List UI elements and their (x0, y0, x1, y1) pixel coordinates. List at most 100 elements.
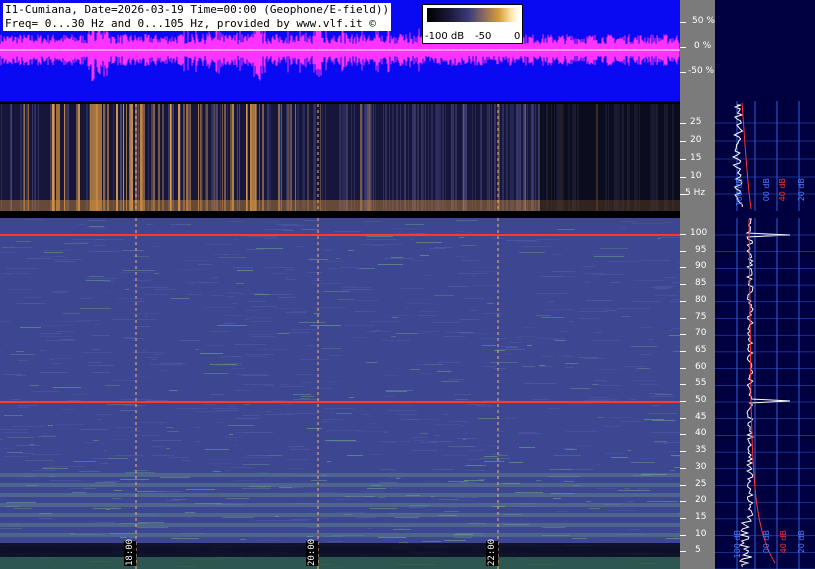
spectrogram-streak (517, 104, 519, 211)
spectrogram-noise (32, 454, 62, 455)
spectrogram-noise (103, 281, 114, 282)
spectrogram-noise (566, 431, 598, 432)
spectrogram-streak (523, 104, 525, 211)
spectrogram-noise (257, 487, 265, 488)
spectrogram-noise (361, 491, 384, 492)
spectrogram-noise (86, 280, 110, 281)
spectrogram-noise (372, 276, 375, 277)
spectrogram-noise (634, 280, 663, 281)
spectrogram-noise (655, 295, 678, 296)
spectrogram-noise (479, 458, 510, 459)
spectrogram-noise (362, 414, 370, 415)
main-tick-80: 80 (695, 294, 707, 305)
spectrogram-noise (54, 259, 83, 260)
spectrogram-noise (568, 465, 571, 466)
spectrogram-streak (442, 104, 444, 211)
schumann-band (0, 523, 680, 527)
spectrogram-noise (334, 499, 353, 500)
spectrogram-noise (226, 498, 249, 499)
spectrogram-streak (408, 104, 409, 211)
spectrogram-noise (401, 288, 425, 289)
spectrogram-floor-green (0, 557, 680, 569)
spectrogram-noise (299, 322, 325, 323)
spectrogram-noise (160, 477, 190, 478)
spectrogram-noise (18, 407, 29, 408)
spectrogram-streak (217, 104, 218, 211)
spectrogram-noise (471, 275, 477, 276)
spectrogram-streak (120, 104, 122, 211)
spectrogram-noise (305, 492, 337, 493)
spectrogram-noise (244, 319, 250, 320)
spectrogram-noise (552, 271, 575, 272)
spectrogram-noise (92, 335, 110, 336)
spectrogram-noise (438, 362, 461, 363)
spectrogram-noise (444, 336, 465, 337)
spectrogram-streak (172, 104, 173, 211)
spectrogram-noise (14, 508, 32, 509)
spectrogram-streak (307, 104, 309, 211)
spectrogram-noise (496, 431, 505, 432)
spectrogram-streak (151, 104, 153, 211)
main-tick-50: 50 (695, 395, 707, 405)
spectrogram-noise (461, 245, 476, 246)
spectrogram-noise (425, 510, 428, 511)
spectrogram-noise (494, 368, 506, 369)
spectrogram-noise (460, 319, 479, 320)
spectrogram-streak (267, 104, 268, 211)
spectrogram-streak (341, 104, 343, 211)
spectrogram-streak (345, 104, 347, 211)
spectrogram-noise (602, 381, 609, 382)
spectrogram-noise (30, 444, 34, 445)
spectrogram-streak (320, 104, 321, 211)
spectrogram-noise (287, 332, 310, 333)
spectrogram-streak (425, 104, 426, 211)
spectrogram-noise (74, 242, 100, 243)
spectrogram-noise (114, 490, 122, 491)
spectrogram-noise (387, 315, 413, 316)
spectrogram-noise (673, 351, 680, 352)
spectrogram-noise (271, 273, 286, 274)
spectrogram-noise (484, 461, 504, 462)
spectrogram-noise (409, 507, 426, 508)
spectrogram-noise (80, 308, 111, 309)
spectrogram-noise (123, 270, 155, 271)
spectrogram-noise (397, 414, 417, 415)
spectrogram-noise (516, 337, 521, 338)
spectrogram-noise (588, 399, 618, 400)
main-spectrogram (0, 218, 680, 569)
main-tick-15: 15 (695, 511, 707, 522)
low-spectrogram-image (0, 104, 680, 211)
spectrogram-noise (123, 337, 136, 338)
spectrogram-noise (441, 381, 459, 382)
spectrogram-noise (650, 287, 672, 288)
spectrogram-noise (337, 299, 354, 300)
spectrogram-noise (6, 345, 9, 346)
spectrogram-noise (247, 356, 267, 357)
main-tick-mark (680, 534, 686, 536)
spectrogram-streak (105, 104, 106, 211)
spectrogram-streak (188, 104, 190, 211)
spectrogram-noise (16, 351, 24, 352)
spectrogram-noise (343, 430, 362, 431)
spectrogram-noise (171, 298, 189, 299)
spectrogram-noise (522, 366, 535, 367)
spectrogram-burst (56, 104, 60, 211)
spectrogram-noise (649, 339, 653, 340)
spectrogram-noise (492, 454, 498, 455)
spectrogram-streak (170, 104, 172, 211)
spectrogram-streak (64, 104, 65, 211)
main-tick-70: 70 (695, 328, 707, 339)
spectrogram-noise (387, 410, 417, 411)
spectrogram-streak (211, 104, 213, 211)
spectrogram-noise (237, 270, 253, 271)
spectrogram-noise (356, 431, 388, 432)
title-line-2: Freq= 0...30 Hz and 0...105 Hz, provided… (5, 17, 376, 30)
spectrogram-noise (131, 340, 135, 341)
spectrogram-streak (488, 104, 489, 211)
spectrogram-noise (580, 308, 612, 309)
spectrogram-noise (467, 232, 472, 233)
spectrogram-noise (6, 502, 36, 503)
spectrogram-noise (2, 247, 14, 248)
spectrogram-noise (448, 507, 457, 508)
low-tick-20: 20 (690, 135, 702, 145)
